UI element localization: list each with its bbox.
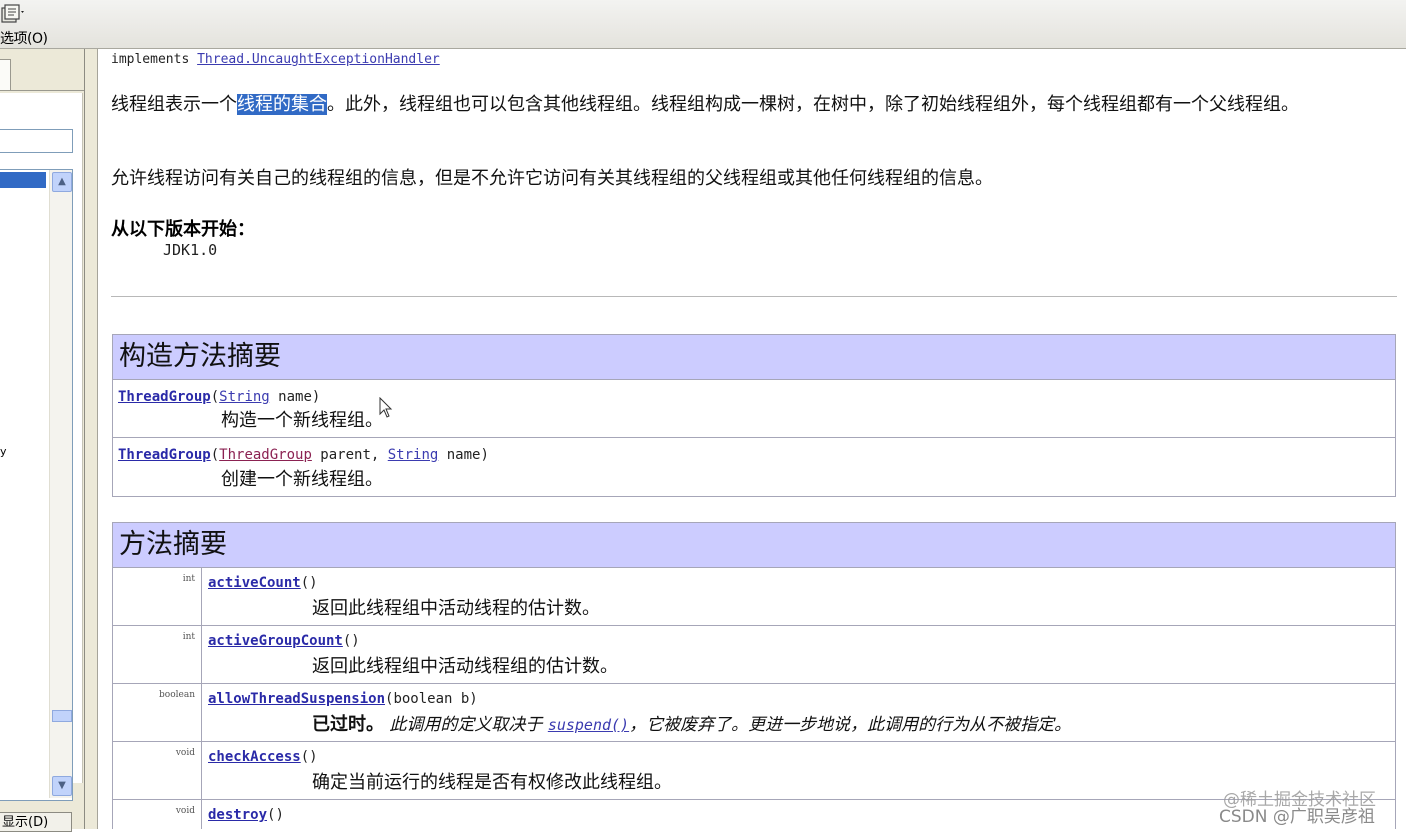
table-row: void checkAccess() 确定当前运行的线程是否有权修改此线程组。	[113, 741, 1395, 799]
access-description: 允许线程访问有关自己的线程组的信息，但是不允许它访问有关其线程组的父线程组或其他…	[111, 168, 993, 189]
options-menu-label[interactable]: 选项(O)	[0, 28, 48, 48]
table-row: ThreadGroup(ThreadGroup parent, String n…	[113, 437, 1395, 496]
description-text: 线程组表示一个	[111, 94, 237, 115]
suspend-link[interactable]: suspend()	[548, 716, 629, 734]
table-row: boolean allowThreadSuspension(boolean b)…	[113, 683, 1395, 741]
constructor-link[interactable]: ThreadGroup	[118, 447, 211, 463]
implements-link[interactable]: Thread.UncaughtExceptionHandler	[197, 52, 440, 67]
return-type: int	[113, 626, 202, 683]
constructor-description: 构造一个新线程组。	[221, 410, 383, 431]
method-params: ()	[300, 749, 318, 765]
class-description: 线程组表示一个线程的集合。此外，线程组也可以包含其他线程组。线程组构成一棵树，在…	[111, 94, 1396, 116]
scroll-up-icon[interactable]: ▲	[52, 172, 72, 192]
pane-splitter[interactable]	[85, 49, 98, 829]
deprecated-text-cont: ，它被废弃了。更进一步地说，此调用的行为从不被指定。	[629, 715, 1072, 735]
since-label: 从以下版本开始：	[111, 219, 255, 240]
deprecated-label: 已过时。	[312, 714, 384, 735]
method-link[interactable]: activeGroupCount	[208, 633, 343, 649]
nav-tab[interactable]	[0, 59, 11, 91]
paren: (	[210, 447, 220, 463]
constructor-signature: ThreadGroup(ThreadGroup parent, String n…	[118, 447, 489, 463]
method-params: ()	[342, 633, 360, 649]
highlighted-text: 线程的集合	[237, 94, 327, 115]
constructor-summary-header: 构造方法摘要	[113, 335, 1395, 380]
constructor-signature: ThreadGroup(String name)	[118, 389, 320, 405]
description-text-cont: 。此外，线程组也可以包含其他线程组。线程组构成一棵树，在树中，除了初始线程组外，…	[327, 94, 1299, 115]
method-signature: allowThreadSuspension(boolean b)	[208, 691, 478, 707]
index-list-scrollbar[interactable]: ▲ ▼	[49, 170, 72, 798]
method-link[interactable]: activeCount	[208, 575, 301, 591]
paren: (	[210, 389, 220, 405]
method-description: 确定当前运行的线程是否有权修改此线程组。	[312, 772, 672, 793]
table-row: int activeGroupCount() 返回此线程组中活动线程组的估计数。	[113, 625, 1395, 683]
table-row: void destroy()	[113, 799, 1395, 829]
param-name: name)	[269, 389, 321, 405]
method-description: 已过时。 此调用的定义取决于 suspend()，它被废弃了。更进一步地说，此调…	[312, 710, 1071, 736]
implements-keyword: implements	[111, 52, 190, 67]
method-link[interactable]: allowThreadSuspension	[208, 691, 385, 707]
scroll-thumb[interactable]	[52, 710, 72, 722]
method-link[interactable]: checkAccess	[208, 749, 301, 765]
index-list[interactable]: y ▲ ▼	[0, 169, 73, 801]
watermark: CSDN @广职吴彦祖	[1219, 807, 1375, 827]
method-params: ()	[300, 575, 318, 591]
param-type-link[interactable]: ThreadGroup	[219, 447, 312, 463]
param-type-link[interactable]: String	[388, 447, 439, 463]
constructor-summary-table: 构造方法摘要 ThreadGroup(String name) 构造一个新线程组…	[112, 334, 1396, 497]
table-row: int activeCount() 返回此线程组中活动线程的估计数。	[113, 568, 1395, 625]
implements-line: implements Thread.UncaughtExceptionHandl…	[111, 52, 440, 67]
method-signature: checkAccess()	[208, 749, 318, 765]
return-type: int	[113, 568, 202, 625]
method-signature: activeCount()	[208, 575, 318, 591]
method-params: (boolean b)	[385, 691, 478, 707]
return-type: void	[113, 742, 202, 799]
return-type: void	[113, 800, 202, 829]
deprecated-text: 此调用的定义取决于	[384, 715, 548, 735]
return-type: boolean	[113, 684, 202, 741]
method-summary-header: 方法摘要	[113, 523, 1395, 568]
navigation-pane: y ▲ ▼ 显示(D)	[0, 49, 85, 832]
method-summary-table: 方法摘要 int activeCount() 返回此线程组中活动线程的估计数。 …	[112, 522, 1396, 829]
scroll-down-icon[interactable]: ▼	[52, 776, 72, 796]
index-search-input[interactable]	[0, 129, 73, 153]
method-link[interactable]: destroy	[208, 807, 267, 823]
mouse-cursor-icon	[379, 396, 393, 419]
method-signature: activeGroupCount()	[208, 633, 360, 649]
list-item[interactable]: y	[0, 445, 7, 458]
document-content: implements Thread.UncaughtExceptionHandl…	[98, 49, 1406, 829]
toolbar: 选项(O)	[0, 0, 1406, 49]
param-type-link[interactable]: String	[219, 389, 270, 405]
constructor-link[interactable]: ThreadGroup	[118, 389, 211, 405]
table-row: ThreadGroup(String name) 构造一个新线程组。	[113, 380, 1395, 437]
selected-list-item[interactable]	[0, 172, 46, 188]
constructor-description: 创建一个新线程组。	[221, 469, 383, 490]
param-name: parent,	[311, 447, 388, 463]
tab-divider	[0, 90, 84, 91]
divider	[111, 296, 1397, 297]
param-name: name)	[438, 447, 489, 463]
method-params: ()	[267, 807, 284, 823]
display-button[interactable]: 显示(D)	[0, 812, 72, 832]
since-value: JDK1.0	[163, 241, 218, 259]
options-icon[interactable]	[0, 2, 28, 26]
method-signature: destroy()	[208, 807, 284, 823]
method-description: 返回此线程组中活动线程的估计数。	[312, 598, 600, 619]
method-description: 返回此线程组中活动线程组的估计数。	[312, 656, 618, 677]
